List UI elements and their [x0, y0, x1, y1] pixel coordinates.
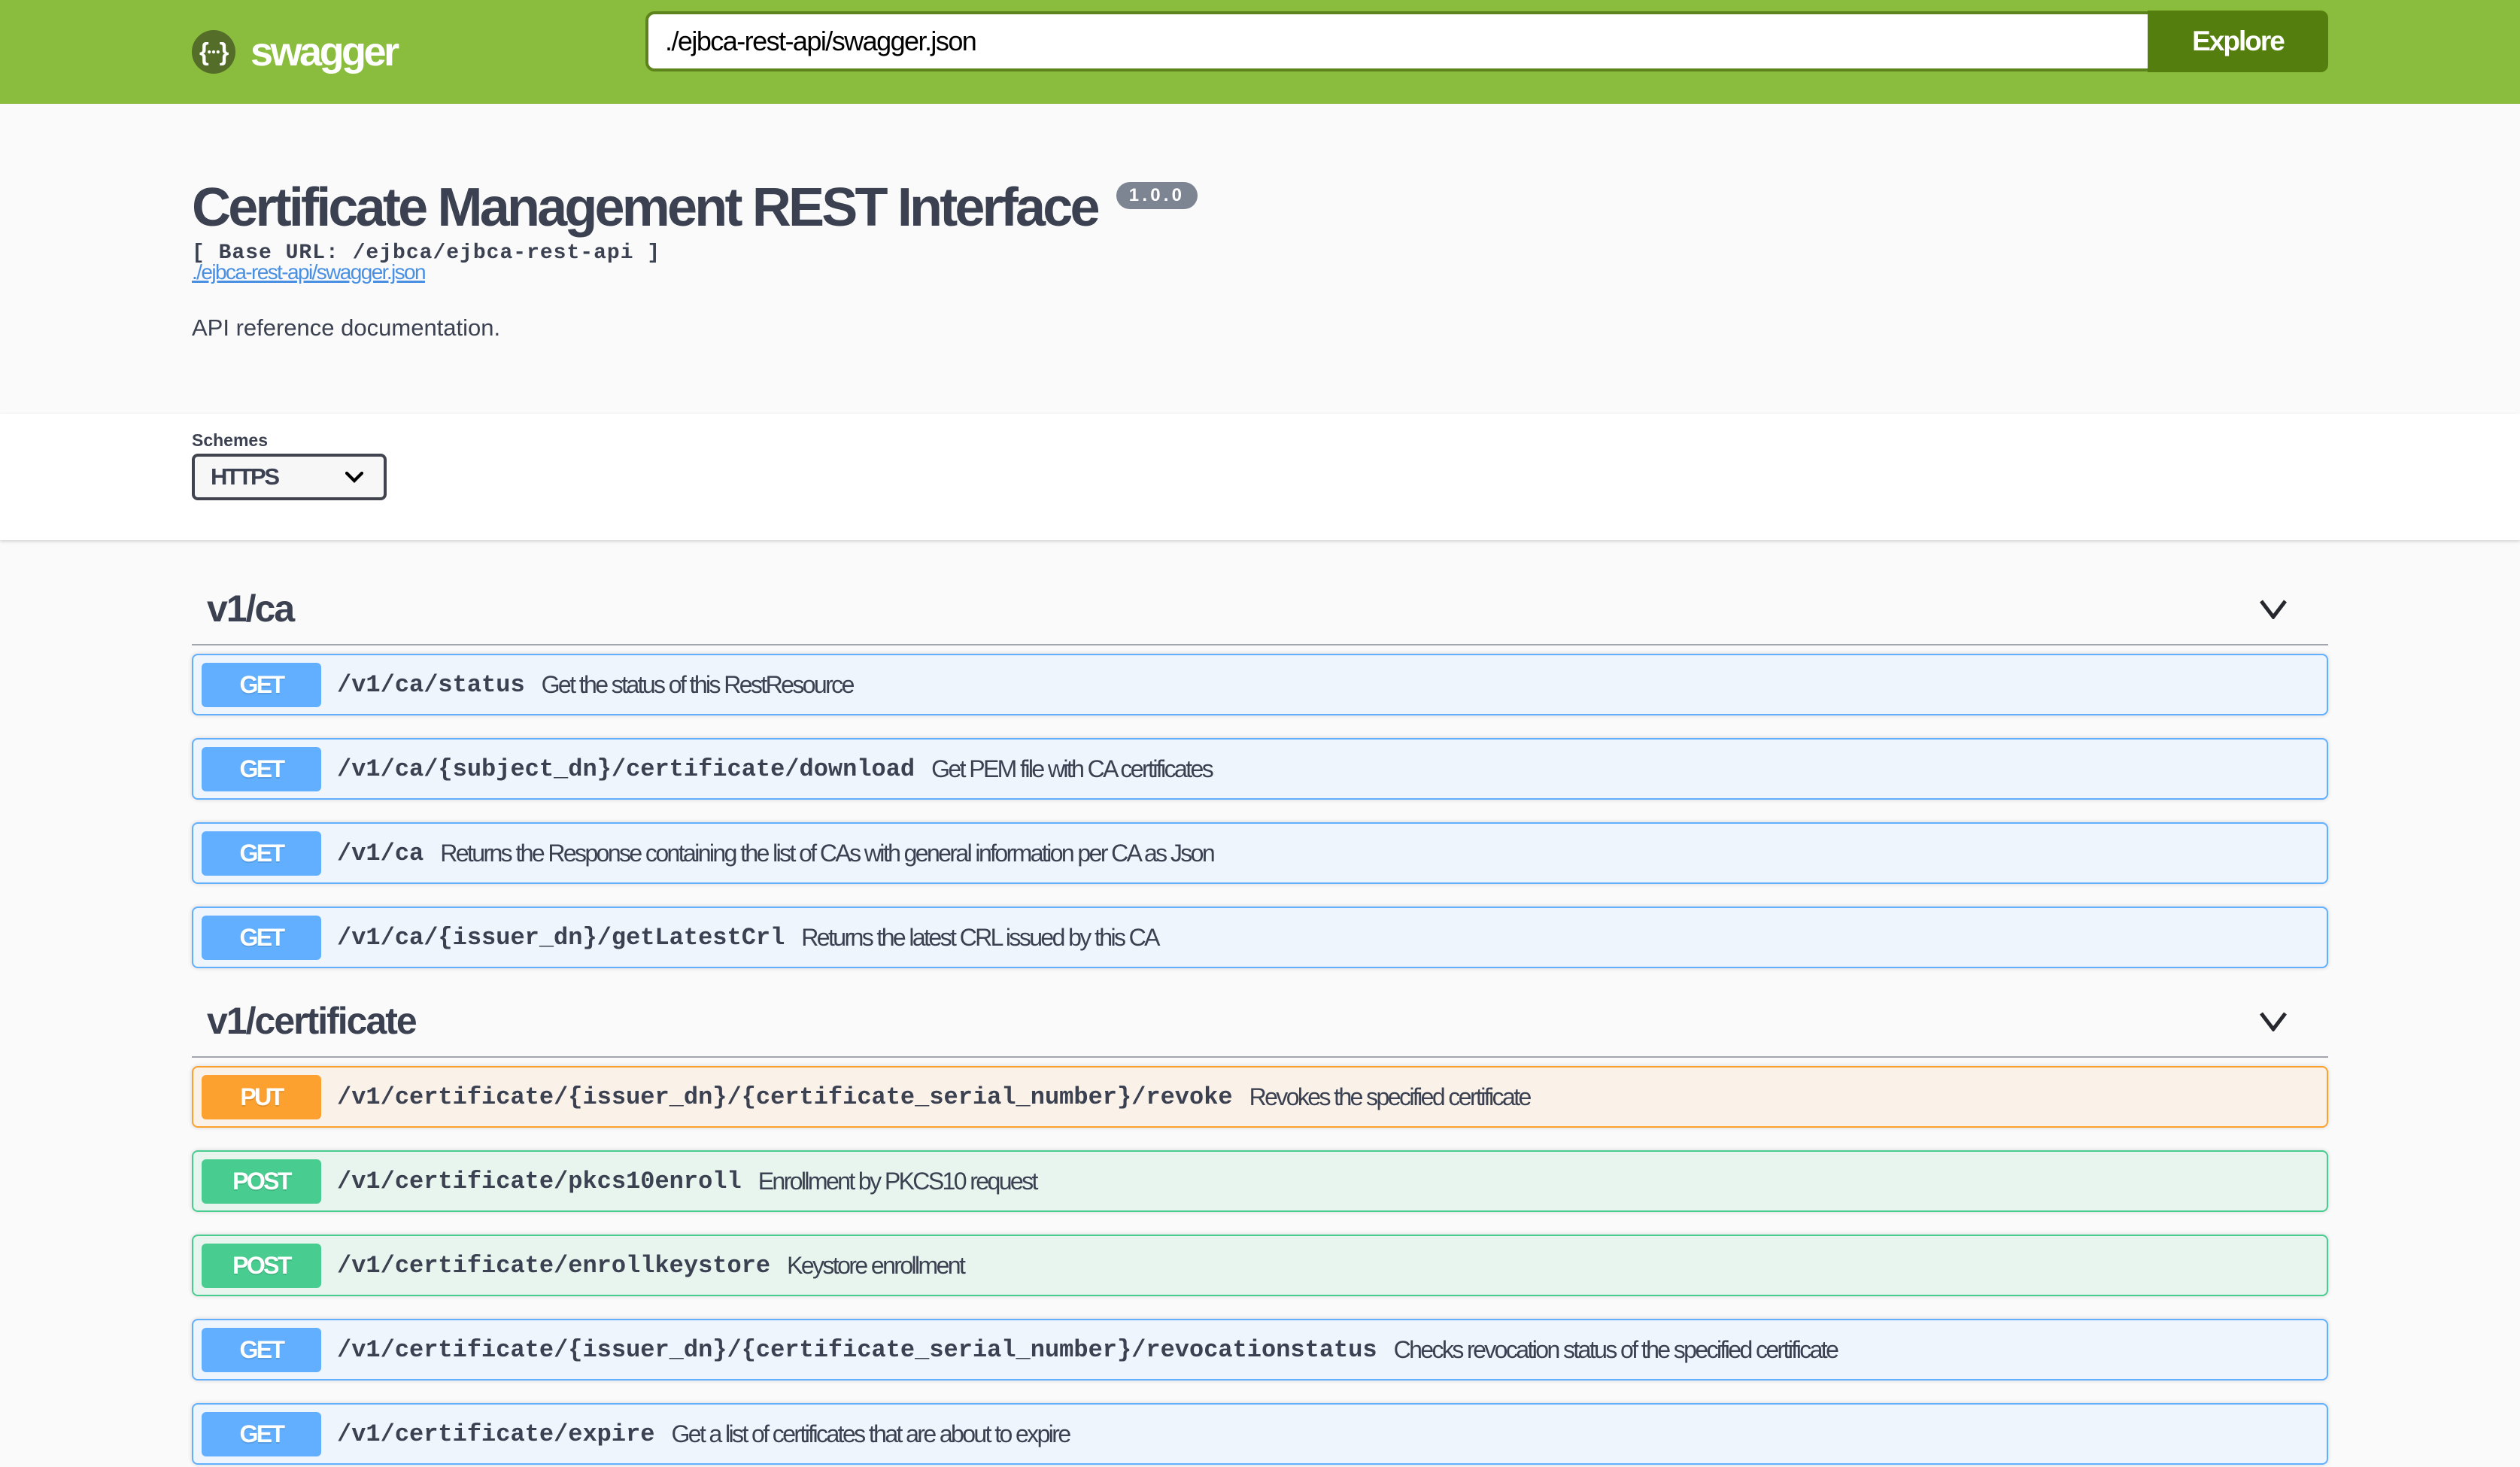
svg-text:{: {	[199, 38, 209, 65]
svg-text:}: }	[220, 38, 229, 65]
